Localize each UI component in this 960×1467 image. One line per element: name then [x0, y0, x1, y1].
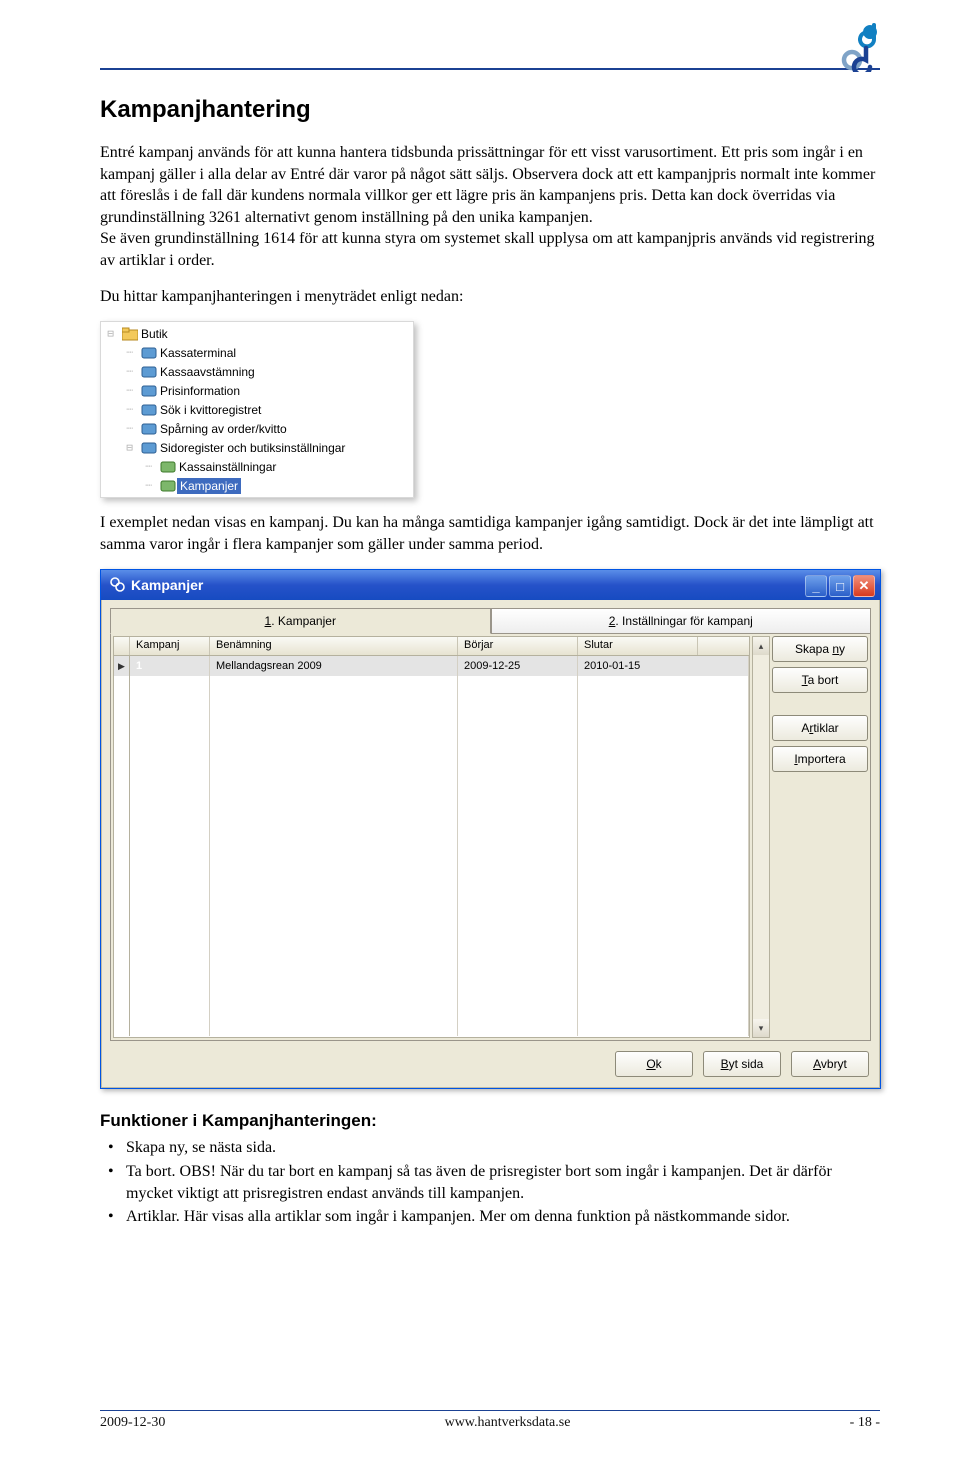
- tree-label: Kassaterminal: [158, 346, 236, 360]
- tab-installningar[interactable]: 2. Inställningar för kampanj: [491, 608, 872, 634]
- table-row: [114, 916, 749, 936]
- footer-date: 2009-12-30: [100, 1415, 165, 1431]
- module-icon: [158, 459, 177, 475]
- scroll-up-icon[interactable]: ▴: [753, 637, 769, 655]
- table-row: [114, 676, 749, 696]
- switch-page-button[interactable]: Byt sida: [703, 1051, 781, 1077]
- maximize-button[interactable]: □: [829, 575, 851, 597]
- col-header-borjar[interactable]: Börjar: [458, 637, 578, 655]
- tree-item[interactable]: ┈ Spårning av order/kvitto: [101, 419, 413, 438]
- cell-id: 1: [130, 656, 210, 676]
- tree-label: Spårning av order/kvitto: [158, 422, 287, 436]
- tree-item[interactable]: ┈ Kassaavstämning: [101, 362, 413, 381]
- module-icon: [158, 478, 177, 494]
- tab-kampanjer[interactable]: 1. Kampanjer: [110, 608, 491, 634]
- example-paragraph: I exemplet nedan visas en kampanj. Du ka…: [100, 512, 880, 555]
- footer-page: - 18 -: [850, 1415, 880, 1431]
- articles-button[interactable]: Artiklar: [772, 715, 868, 741]
- table-row: [114, 796, 749, 816]
- col-header-benamning[interactable]: Benämning: [210, 637, 458, 655]
- tree-item[interactable]: ┈ Kassaterminal: [101, 343, 413, 362]
- table-row: [114, 896, 749, 916]
- table-row: [114, 756, 749, 776]
- cancel-button[interactable]: Avbryt: [791, 1051, 869, 1077]
- table-row: [114, 836, 749, 856]
- table-row: [114, 956, 749, 976]
- vertical-scrollbar[interactable]: ▴ ▾: [752, 636, 770, 1038]
- ok-button[interactable]: Ok: [615, 1051, 693, 1077]
- table-row[interactable]: ▶ 1 Mellandagsrean 2009 2009-12-25 2010-…: [114, 656, 749, 676]
- module-icon: [139, 421, 158, 437]
- import-button[interactable]: Importera: [772, 746, 868, 772]
- tree-folder-butik[interactable]: ⊟ Butik: [101, 324, 413, 343]
- new-button[interactable]: Skapa ny: [772, 636, 868, 662]
- tree-item[interactable]: ┈ Prisinformation: [101, 381, 413, 400]
- table-row: [114, 876, 749, 896]
- tree-label: Kassainställningar: [177, 460, 276, 474]
- cell-end: 2010-01-15: [578, 656, 749, 676]
- module-icon: [139, 383, 158, 399]
- campaign-grid: Kampanj Benämning Börjar Slutar ▶ 1 Mell…: [113, 636, 750, 1038]
- module-icon: [139, 364, 158, 380]
- tree-item-kampanjer[interactable]: ┈ Kampanjer: [101, 476, 413, 495]
- intro-paragraph-2: Du hittar kampanjhanteringen i menyträde…: [100, 286, 880, 308]
- page-title: Kampanjhantering: [100, 96, 880, 124]
- kampanjer-window: Kampanjer _ □ ✕ 1. Kampanjer 2. Inställn…: [100, 569, 881, 1089]
- close-button[interactable]: ✕: [853, 575, 875, 597]
- table-row: [114, 996, 749, 1016]
- window-title: Kampanjer: [131, 577, 203, 593]
- scroll-down-icon[interactable]: ▾: [753, 1019, 769, 1037]
- tree-label: Kassaavstämning: [158, 365, 255, 379]
- window-icon: [109, 576, 125, 595]
- table-row: [114, 856, 749, 876]
- list-item: Ta bort. OBS! När du tar bort en kampanj…: [126, 1161, 880, 1204]
- functions-list: Skapa ny, se nästa sida. Ta bort. OBS! N…: [100, 1137, 880, 1227]
- tree-label: Kampanjer: [177, 478, 241, 494]
- table-row: [114, 716, 749, 736]
- col-header-kampanj[interactable]: Kampanj: [130, 637, 210, 655]
- table-row: [114, 936, 749, 956]
- tree-item[interactable]: ┈ Kassainställningar: [101, 457, 413, 476]
- header-rule: [100, 68, 880, 70]
- list-item: Artiklar. Här visas alla artiklar som in…: [126, 1206, 880, 1228]
- module-icon: [139, 440, 158, 456]
- window-titlebar[interactable]: Kampanjer _ □ ✕: [101, 570, 880, 600]
- intro-paragraph-1: Entré kampanj används för att kunna hant…: [100, 142, 880, 272]
- table-row: [114, 776, 749, 796]
- table-row: [114, 696, 749, 716]
- delete-button[interactable]: Ta bort: [772, 667, 868, 693]
- tree-subfolder[interactable]: ⊟ Sidoregister och butiksinställningar: [101, 438, 413, 457]
- tree-item[interactable]: ┈ Sök i kvittoregistret: [101, 400, 413, 419]
- row-indicator-icon: ▶: [114, 656, 130, 676]
- functions-heading: Funktioner i Kampanjhanteringen:: [100, 1111, 880, 1131]
- cell-name: Mellandagsrean 2009: [210, 656, 458, 676]
- tree-label: Sidoregister och butiksinställningar: [158, 441, 345, 455]
- tree-label: Butik: [139, 327, 168, 341]
- list-item: Skapa ny, se nästa sida.: [126, 1137, 880, 1159]
- table-row: [114, 1016, 749, 1036]
- table-row: [114, 816, 749, 836]
- minimize-button[interactable]: _: [805, 575, 827, 597]
- cell-start: 2009-12-25: [458, 656, 578, 676]
- table-row: [114, 736, 749, 756]
- module-icon: [139, 345, 158, 361]
- col-header-slutar[interactable]: Slutar: [578, 637, 698, 655]
- menu-tree: ⊟ Butik ┈ Kassaterminal ┈ Kassaavstämnin…: [100, 321, 414, 498]
- page-footer: 2009-12-30 www.hantverksdata.se - 18 -: [100, 1410, 880, 1431]
- footer-url: www.hantverksdata.se: [445, 1415, 571, 1431]
- brand-logo-icon: [840, 22, 880, 72]
- module-icon: [139, 402, 158, 418]
- folder-icon: [120, 326, 139, 342]
- tree-label: Prisinformation: [158, 384, 240, 398]
- table-row: [114, 976, 749, 996]
- tree-label: Sök i kvittoregistret: [158, 403, 261, 417]
